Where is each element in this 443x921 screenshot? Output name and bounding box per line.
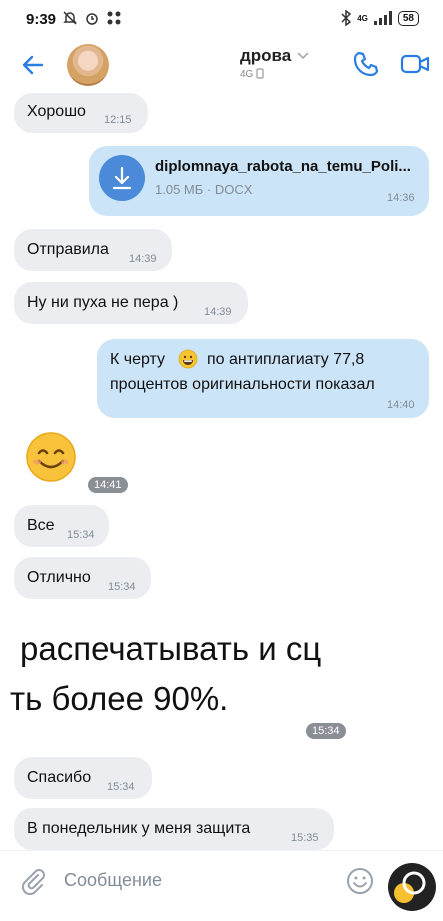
alarm-icon — [86, 13, 98, 25]
muted-notification-icon — [63, 11, 77, 25]
message-text: Ну ни пуха не пера ) — [27, 294, 179, 311]
back-arrow-icon[interactable] — [20, 52, 46, 78]
message-time: 15:34 — [306, 723, 346, 739]
message-incoming[interactable]: Спасибо 15:34 — [14, 757, 152, 799]
chevron-down-icon — [297, 52, 309, 60]
message-input[interactable]: Сообщение — [64, 870, 162, 891]
chat-header: дрова 4G — [0, 36, 443, 92]
message-time: 14:39 — [204, 306, 232, 318]
message-time: 15:34 — [67, 529, 95, 541]
emoji-message[interactable]: 14:41 — [25, 431, 135, 495]
status-time: 9:39 — [26, 11, 57, 28]
message-time: 12:15 — [104, 114, 132, 126]
voice-message-button[interactable] — [388, 863, 436, 911]
bluetooth-icon — [341, 10, 352, 26]
file-download-button[interactable] — [99, 155, 145, 201]
message-text: Хорошо — [27, 103, 86, 120]
message-text: В понедельник у меня защита — [27, 820, 251, 837]
message-incoming[interactable]: Отправила 14:39 — [14, 229, 172, 271]
message-time: 15:34 — [107, 781, 135, 793]
battery-indicator: 58 — [397, 10, 419, 26]
message-text-part: по антиплагиату 77,8 — [207, 351, 365, 368]
smiling-face-emoji-icon — [26, 432, 76, 482]
photo-text-line: ть более 90%. — [10, 680, 229, 717]
video-call-icon[interactable] — [400, 50, 430, 78]
message-incoming[interactable]: Хорошо 12:15 — [14, 93, 148, 133]
message-time: 14:40 — [387, 399, 415, 411]
message-composer: Сообщение — [0, 850, 443, 921]
contact-name: дрова — [240, 46, 292, 65]
download-icon — [112, 166, 132, 190]
file-name: diplomnaya_rabota_na_temu_Poli... — [155, 158, 411, 175]
signal-icon — [373, 11, 392, 25]
file-meta: 1.05 МБ · DOCX — [155, 182, 253, 197]
message-incoming[interactable]: В понедельник у меня защита 15:35 — [14, 808, 334, 850]
message-text-part: К черту — [110, 351, 166, 368]
message-time: 14:41 — [88, 477, 128, 493]
message-incoming[interactable]: Ну ни пуха не пера ) 14:39 — [14, 282, 248, 324]
contact-status: 4G — [240, 68, 264, 80]
message-text: Отправила — [27, 241, 109, 258]
status-icons-left — [62, 10, 122, 26]
phone-call-icon[interactable] — [352, 50, 380, 78]
message-time: 14:39 — [129, 253, 157, 265]
app-notification-icon — [107, 11, 121, 25]
network-type-label: 4G — [357, 13, 368, 23]
message-incoming[interactable]: Отлично 15:34 — [14, 557, 151, 599]
avatar[interactable] — [67, 44, 109, 86]
message-text-line: процентов оригинальности показал — [110, 376, 375, 393]
message-file-outgoing[interactable]: diplomnaya_rabota_na_temu_Poli... 1.05 М… — [89, 146, 429, 216]
message-incoming[interactable]: Все 15:34 — [14, 505, 109, 547]
assistant-icon — [394, 871, 426, 903]
message-time: 15:34 — [108, 581, 136, 593]
phone-status-icon — [256, 68, 264, 79]
message-text: Отлично — [27, 569, 91, 586]
status-bar: 9:39 4G 58 — [0, 0, 443, 36]
message-time: 14:36 — [387, 192, 415, 204]
photo-message[interactable]: распечатывать и сц ть более 90%. 15:34 — [0, 615, 443, 750]
contact-name-row[interactable]: дрова — [240, 46, 309, 66]
message-time: 15:35 — [291, 832, 319, 844]
paperclip-icon[interactable] — [20, 867, 46, 895]
message-text: Спасибо — [27, 769, 92, 786]
photo-text-line: распечатывать и сц — [20, 630, 322, 667]
status-icons-right: 4G 58 — [341, 10, 419, 26]
message-text: Все — [27, 517, 55, 534]
emoji-picker-icon[interactable] — [346, 867, 374, 895]
status-text: 4G — [240, 69, 254, 80]
grinning-emoji-icon — [178, 349, 198, 369]
message-outgoing[interactable]: К черту по антиплагиату 77,8 процентов о… — [97, 339, 429, 418]
